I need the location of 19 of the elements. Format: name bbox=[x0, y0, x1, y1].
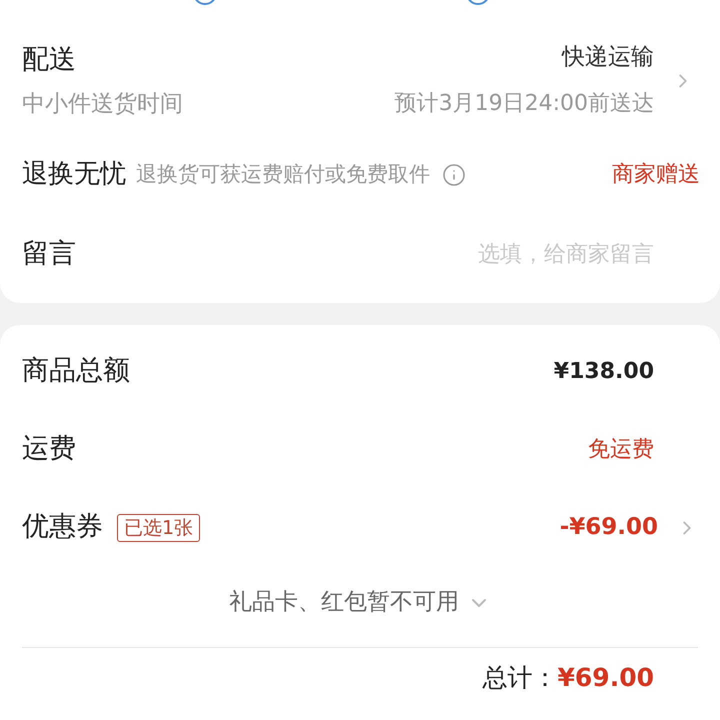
returns-label: 退换无忧 bbox=[22, 158, 126, 191]
message-label: 留言 bbox=[22, 237, 76, 271]
returns-description: 退换货可获运费赔付或免费取件 bbox=[136, 160, 430, 188]
summary-label: 优惠券 bbox=[22, 510, 103, 544]
summary-value: 免运费 bbox=[588, 436, 654, 464]
delivery-method: 快递运输 bbox=[562, 43, 654, 72]
coupon-count-badge: 已选1张 bbox=[117, 514, 200, 542]
delivery-sublabel: 中小件送货时间 bbox=[22, 90, 183, 118]
total-label: 总计： bbox=[482, 662, 558, 694]
delivery-label: 配送 bbox=[22, 43, 76, 77]
summary-label: 商品总额 bbox=[22, 354, 130, 388]
gift-notice[interactable]: 礼品卡、红包暂不可用 bbox=[229, 585, 459, 620]
delivery-estimate: 预计3月19日24:00前送达 bbox=[394, 90, 654, 118]
total-value: ¥69.00 bbox=[558, 662, 654, 694]
info-icon[interactable] bbox=[442, 162, 466, 186]
summary-label: 运费 bbox=[22, 432, 76, 466]
returns-value: 商家赠送 bbox=[612, 161, 700, 189]
summary-value: -¥69.00 bbox=[560, 513, 658, 542]
summary-value: ¥138.00 bbox=[554, 358, 654, 386]
